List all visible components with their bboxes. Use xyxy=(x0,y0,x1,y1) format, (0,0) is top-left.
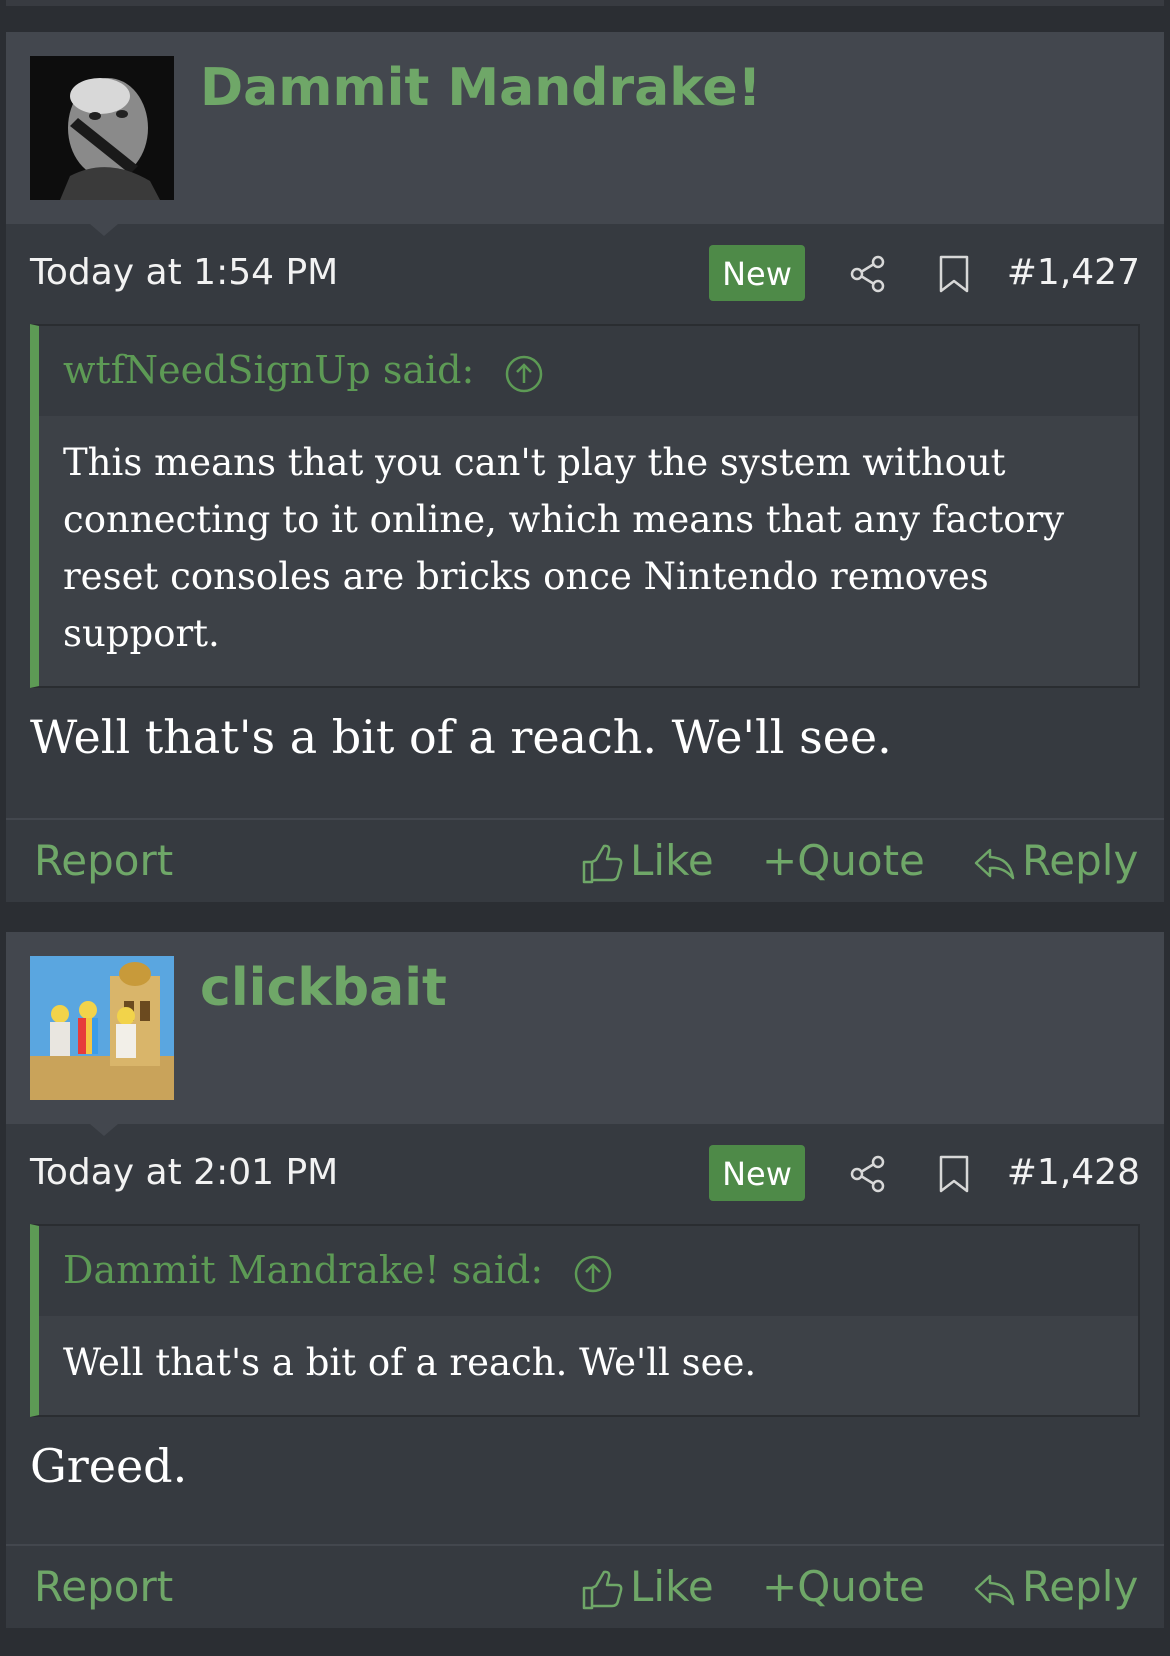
avatar[interactable] xyxy=(30,56,174,200)
quote-label: Quote xyxy=(797,836,925,885)
user-header: Dammit Mandrake! xyxy=(6,32,1164,236)
quote-header: wtfNeedSignUp said: xyxy=(39,326,1138,416)
quote-label: Quote xyxy=(797,1562,925,1611)
post-number[interactable]: #1,427 xyxy=(1007,252,1140,293)
quote-button[interactable]: +Quote xyxy=(762,1562,925,1611)
post-actions: Report Like +Quote Reply xyxy=(6,818,1164,902)
share-icon[interactable] xyxy=(848,254,888,294)
quote-block: Dammit Mandrake! said: Well that's a bit… xyxy=(30,1224,1140,1417)
report-button[interactable]: Report xyxy=(34,1562,173,1611)
quote-author[interactable]: Dammit Mandrake! said: xyxy=(63,1248,543,1292)
share-icon[interactable] xyxy=(848,1154,888,1194)
post: clickbait Today at 2:01 PM New #1,428 Da… xyxy=(6,932,1164,1628)
post: Dammit Mandrake! Today at 1:54 PM New #1… xyxy=(6,32,1164,902)
thumbs-up-icon xyxy=(582,1570,623,1609)
quote-body: Well that's a bit of a reach. We'll see. xyxy=(63,1341,757,1384)
quote-body: This means that you can't play the syste… xyxy=(63,441,1065,655)
top-divider xyxy=(6,0,1164,6)
quote-author-line[interactable]: wtfNeedSignUp said: xyxy=(63,348,544,394)
arrow-up-circle-icon[interactable] xyxy=(573,1254,613,1294)
reply-label: Reply xyxy=(1022,836,1139,885)
quote-author-line[interactable]: Dammit Mandrake! said: xyxy=(63,1248,613,1294)
like-button[interactable]: Like xyxy=(580,1562,714,1612)
avatar[interactable] xyxy=(30,956,174,1100)
reply-button[interactable]: Reply xyxy=(972,836,1138,886)
post-number[interactable]: #1,428 xyxy=(1007,1152,1140,1193)
bookmark-icon[interactable] xyxy=(936,1154,972,1194)
new-badge: New xyxy=(709,245,805,301)
like-label: Like xyxy=(630,836,714,885)
arrow-up-circle-icon[interactable] xyxy=(504,354,544,394)
post-meta: Today at 2:01 PM New #1,428 xyxy=(6,1124,1164,1224)
reply-icon xyxy=(974,848,1015,879)
quote-header: Dammit Mandrake! said: xyxy=(39,1226,1138,1316)
thumbs-up-icon xyxy=(582,844,623,883)
plus-icon: + xyxy=(762,836,798,885)
report-button[interactable]: Report xyxy=(34,836,173,885)
like-button[interactable]: Like xyxy=(580,836,714,886)
user-header: clickbait xyxy=(6,932,1164,1136)
quote-author[interactable]: wtfNeedSignUp said: xyxy=(63,348,474,392)
post-message: Greed. xyxy=(30,1439,188,1493)
like-label: Like xyxy=(630,1562,714,1611)
post-date[interactable]: Today at 2:01 PM xyxy=(30,1152,338,1193)
username[interactable]: Dammit Mandrake! xyxy=(200,58,761,118)
post-actions: Report Like +Quote Reply xyxy=(6,1544,1164,1628)
quote-button[interactable]: +Quote xyxy=(762,836,925,885)
post-meta: Today at 1:54 PM New #1,427 xyxy=(6,224,1164,324)
new-badge: New xyxy=(709,1145,805,1201)
reply-label: Reply xyxy=(1022,1562,1139,1611)
post-message: Well that's a bit of a reach. We'll see. xyxy=(30,710,892,764)
bookmark-icon[interactable] xyxy=(936,254,972,294)
plus-icon: + xyxy=(762,1562,798,1611)
reply-button[interactable]: Reply xyxy=(972,1562,1138,1612)
post-date[interactable]: Today at 1:54 PM xyxy=(30,252,338,293)
username[interactable]: clickbait xyxy=(200,958,447,1018)
quote-block: wtfNeedSignUp said: This means that you … xyxy=(30,324,1140,688)
reply-icon xyxy=(974,1574,1015,1605)
